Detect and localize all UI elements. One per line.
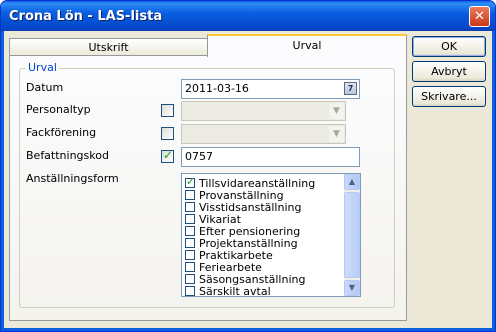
datum-value: 2011-03-16 — [185, 82, 249, 95]
list-item-checkbox[interactable] — [185, 226, 195, 236]
cancel-button[interactable]: Avbryt — [412, 61, 486, 82]
window-border-right — [492, 31, 495, 331]
scroll-up-button[interactable]: ▲ — [344, 174, 360, 190]
printer-button[interactable]: Skrivare... — [412, 86, 486, 107]
calendar-icon[interactable]: 7 — [344, 82, 357, 95]
title-bar[interactable]: Crona Lön - LAS-lista ✕ — [1, 1, 495, 31]
datum-label: Datum — [26, 81, 64, 94]
tab-panel: Urval Datum 2011-03-16 7 Personaltyp ▼ F… — [9, 55, 407, 321]
befattningskod-checkbox[interactable] — [161, 148, 174, 163]
datum-field[interactable]: 2011-03-16 7 — [181, 79, 360, 99]
tab-utskrift[interactable]: Utskrift — [9, 38, 208, 56]
chevron-down-icon: ▼ — [329, 126, 344, 142]
list-item-checkbox[interactable] — [185, 175, 195, 188]
close-button[interactable]: ✕ — [469, 6, 490, 27]
chevron-down-icon: ▼ — [348, 283, 356, 292]
list-scrollbar[interactable]: ▲ ▼ — [344, 174, 360, 296]
group-label: Urval — [26, 61, 59, 74]
close-icon: ✕ — [474, 9, 485, 24]
tab-utskrift-label: Utskrift — [88, 41, 129, 54]
scroll-down-button[interactable]: ▼ — [344, 280, 360, 296]
urval-group: Urval Datum 2011-03-16 7 Personaltyp ▼ F… — [19, 61, 395, 308]
window-border-left — [1, 31, 4, 331]
anstallningsform-list[interactable]: Tillsvidareanställning Provanställning V… — [181, 173, 361, 297]
chevron-up-icon: ▲ — [348, 177, 356, 186]
list-item-label: Särskilt avtal — [199, 285, 271, 297]
anstallningsform-label: Anställningsform — [26, 172, 119, 185]
window-border-bottom — [1, 328, 495, 331]
list-item-checkbox[interactable] — [185, 202, 195, 212]
scroll-thumb[interactable] — [344, 192, 360, 278]
personaltyp-checkbox[interactable] — [161, 104, 174, 117]
personaltyp-dropdown: ▼ — [181, 101, 346, 121]
tab-urval-label: Urval — [292, 39, 322, 52]
list-item-checkbox[interactable] — [185, 214, 195, 224]
list-item-checkbox[interactable] — [185, 250, 195, 260]
list-item-checkbox[interactable] — [185, 262, 195, 272]
window-title: Crona Lön - LAS-lista — [9, 9, 163, 24]
befattningskod-value: 0757 — [185, 150, 213, 163]
tab-urval[interactable]: Urval — [207, 34, 407, 57]
fackforening-checkbox[interactable] — [161, 127, 174, 140]
dialog-window: Crona Lön - LAS-lista ✕ Utskrift Urval U… — [0, 0, 496, 332]
fackforening-dropdown: ▼ — [181, 124, 346, 144]
befattningskod-field[interactable]: 0757 — [181, 147, 360, 167]
chevron-down-icon: ▼ — [329, 103, 344, 119]
fackforening-label: Fackförening — [26, 126, 97, 139]
ok-button[interactable]: OK — [412, 36, 486, 57]
befattningskod-label: Befattningskod — [26, 149, 109, 162]
list-item-checkbox[interactable] — [185, 286, 195, 296]
list-item-checkbox[interactable] — [185, 190, 195, 200]
list-item-checkbox[interactable] — [185, 238, 195, 248]
personaltyp-label: Personaltyp — [26, 103, 91, 116]
list-item-checkbox[interactable] — [185, 274, 195, 284]
